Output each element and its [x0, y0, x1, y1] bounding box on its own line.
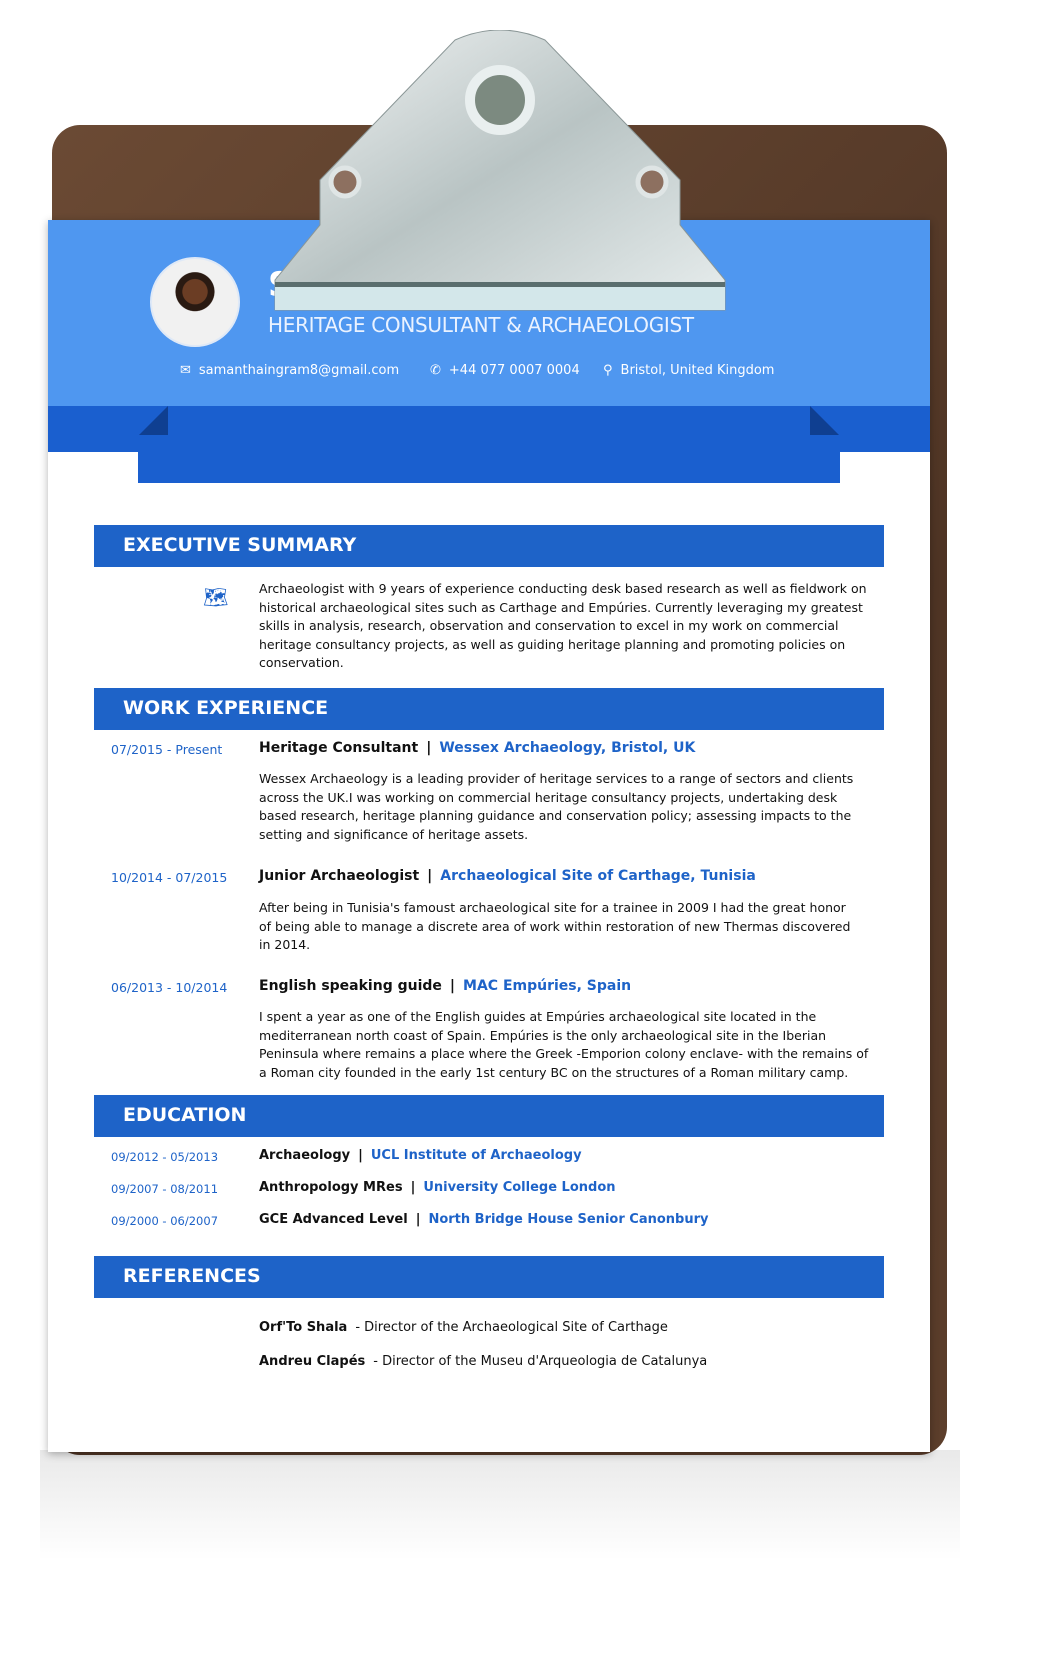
reference-item: Orf'To Shala - Director of the Archaeolog…: [259, 1320, 668, 1335]
contact-email: ✉ samanthaingram8@gmail.com: [180, 363, 400, 378]
paper-shadow: [40, 1450, 960, 1560]
section-heading-education: EDUCATION: [94, 1095, 884, 1137]
section-heading-work: WORK EXPERIENCE: [94, 688, 884, 730]
contact-location: ⚲ Bristol, United Kingdom: [603, 363, 775, 378]
reference-item: Andreu Clapés - Director of the Museu d'A…: [259, 1354, 708, 1369]
work-role: Heritage Consultant | Wessex Archaeology, …: [259, 740, 696, 756]
contact-phone: ✆ +44 077 0007 0004: [430, 363, 580, 378]
education-date: 09/2012 - 05/2013: [111, 1150, 219, 1164]
work-description: After being in Tunisia's famoust archaeo…: [259, 900, 851, 952]
work-role: Junior Archaeologist | Archaeological Site…: [259, 868, 756, 884]
section-heading-references: REFERENCES: [94, 1256, 884, 1298]
envelope-icon: ✉: [180, 363, 191, 378]
resume-paper: S HERITAGE CONSULTANT & ARCHAEOLOGIST ✉s…: [48, 220, 930, 1452]
work-date: 10/2014 - 07/2015: [111, 870, 228, 885]
work-date: 07/2015 - Present: [111, 742, 223, 757]
avatar: [150, 257, 240, 347]
metal-clip: [274, 30, 726, 311]
education-entry: GCE Advanced Level | North Bridge House Se…: [259, 1212, 709, 1227]
ribbon-fold-right: [810, 406, 840, 436]
section-heading-summary: EXECUTIVE SUMMARY: [94, 525, 884, 567]
education-date: 09/2000 - 06/2007: [111, 1214, 219, 1228]
header-ribbon: [138, 435, 840, 483]
education-entry: Anthropology MRes | University College Lon…: [259, 1180, 616, 1195]
education-date: 09/2007 - 08/2011: [111, 1182, 219, 1196]
work-description: I spent a year as one of the English gui…: [259, 1009, 869, 1080]
education-entry: Archaeology | UCL Institute of Archaeology: [259, 1148, 582, 1163]
work-role: English speaking guide | MAC Empúries, Spa…: [259, 978, 632, 994]
summary-text: Archaeologist with 9 years of experience…: [259, 581, 867, 670]
work-description: Wessex Archaeology is a leading provider…: [259, 771, 854, 842]
location-pin-icon: ⚲: [603, 363, 613, 378]
ribbon-fold-left: [138, 406, 168, 436]
world-map-icon: 🗺: [203, 585, 229, 609]
work-date: 06/2013 - 10/2014: [111, 980, 228, 995]
phone-icon: ✆: [430, 363, 441, 378]
